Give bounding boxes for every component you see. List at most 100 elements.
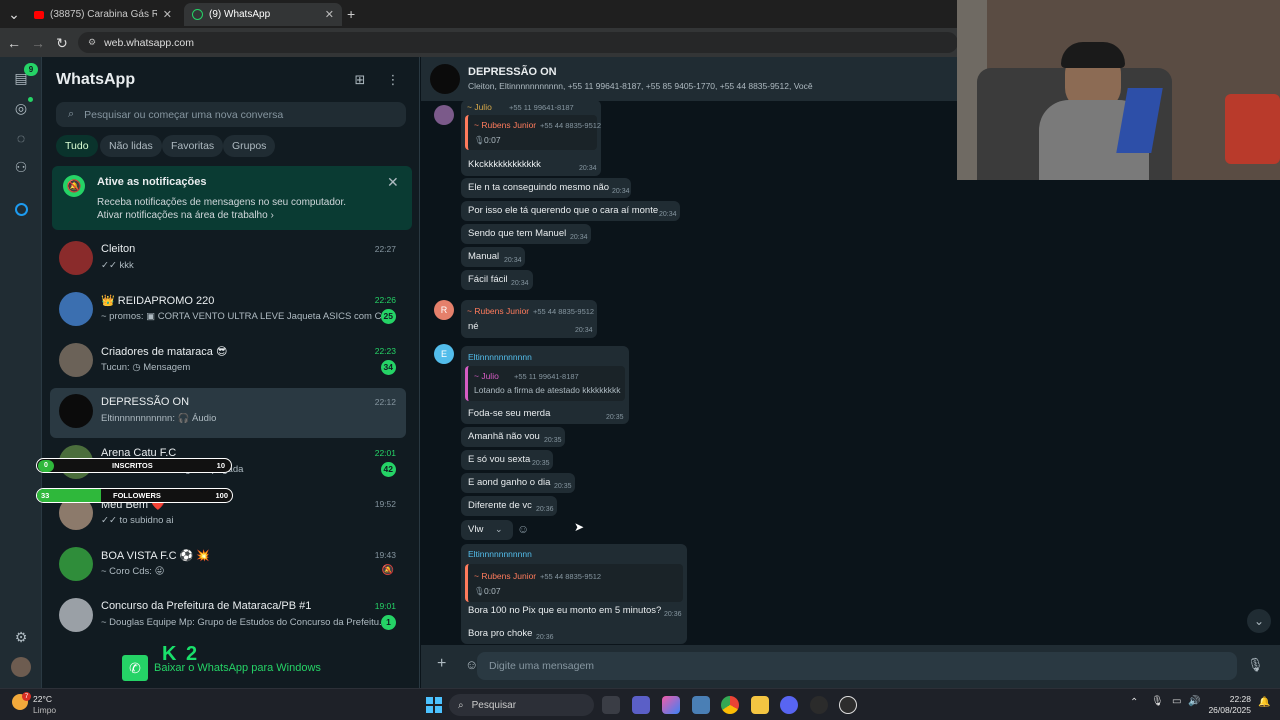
sender-avatar[interactable]: E [434,344,454,364]
quoted-message[interactable]: ~ Rubens Junior +55 44 8835-9512 🎙 0:07 [465,564,683,602]
attach-plus-icon[interactable]: + [437,655,446,673]
channels-icon[interactable]: ◌ [11,128,31,148]
message-bubble[interactable]: Manual 20:34 [461,247,525,267]
chat-item-selected[interactable]: DEPRESSÃO ON Eltinnnnnnnnnnn: 🎧 Áudio 22… [50,388,406,438]
message-bubble[interactable]: Sendo que tem Manuel 20:34 [461,224,591,244]
webcam-headset [1061,42,1125,68]
chrome-icon[interactable] [721,696,739,714]
avatar [59,547,93,581]
quoted-sender: ~ Rubens Junior [474,571,537,581]
message-bubble[interactable]: Eltinnnnnnnnnnn ~ Rubens Junior +55 44 8… [461,544,687,644]
message-input[interactable]: Digite uma mensagem [477,652,1237,680]
scroll-down-button[interactable]: ⌄ [1247,609,1271,633]
chat-time: 22:12 [374,397,396,407]
clock-date[interactable]: 26/08/2025 [1199,705,1251,715]
quoted-message[interactable]: ~ Rubens Junior +55 44 8835-9512 🎙 0:07 [465,115,601,150]
message-bubble[interactable]: Fácil fácil 20:34 [461,270,533,290]
new-tab-button[interactable]: + [347,6,355,22]
chat-preview: ~ promos: ▣ CORTA VENTO ULTRA LEVE Jaque… [101,311,381,322]
close-icon[interactable]: ✕ [163,8,172,21]
notification-bell-icon[interactable]: 🔔 [1258,697,1270,708]
chat-item[interactable]: Concurso da Prefeitura de Mataraca/PB #1… [50,592,406,642]
enable-notifications-link[interactable]: Ativar notificações na área de trabalho … [97,209,377,222]
message-bubble[interactable]: E só vou sexta 20:35 [461,450,553,470]
react-emoji-icon[interactable]: ☺ [517,522,529,536]
meta-ai-icon[interactable] [11,198,31,218]
message-time: 20:34 [575,327,593,334]
message-bubble[interactable]: E aond ganho o dia 20:35 [461,473,575,493]
app-icon[interactable] [839,696,857,714]
close-icon[interactable]: ✕ [325,8,334,21]
forward-icon[interactable]: → [28,33,48,53]
file-explorer-icon[interactable] [751,696,769,714]
chat-time: 19:01 [374,601,396,611]
message-time: 20:34 [659,211,677,218]
tab-whatsapp[interactable]: (9) WhatsApp ✕ [184,3,342,26]
reload-icon[interactable]: ↻ [52,33,72,53]
clock-time[interactable]: 22:28 [1209,694,1251,704]
message-time: 20:34 [579,165,597,172]
microphone-icon[interactable]: 🎙 [1247,657,1264,673]
chevron-up-icon[interactable]: ⌃ [1130,697,1138,708]
chevron-down-icon[interactable]: ⌄ [495,524,503,535]
download-banner[interactable]: ✆ Baixar o WhatsApp para Windows [42,645,419,688]
message-time: 20:34 [511,280,529,287]
message-sender: Eltinnnnnnnnnnn [468,549,532,559]
teams-icon[interactable] [632,696,650,714]
filter-all[interactable]: Tudo [56,135,98,157]
chat-item[interactable]: 👑 REIDAPROMO 220 ~ promos: ▣ CORTA VENTO… [50,286,406,336]
chat-item[interactable]: Criadores de mataraca 😎 Tucun: ◷ Mensage… [50,337,406,387]
taskbar-search[interactable]: ⌕ Pesquisar [449,694,594,716]
tab-search-icon[interactable]: ⌄ [4,4,24,24]
search-input[interactable]: ⌕ Pesquisar ou começar uma nova conversa [56,102,406,127]
group-avatar[interactable] [430,64,460,94]
site-info-icon[interactable]: ⚙ [88,37,96,48]
message-bubble[interactable]: Vlw ⌄ [461,520,513,540]
network-icon[interactable]: ▭ [1172,696,1181,707]
unread-badge: 42 [380,462,396,477]
followers-count: 33 [41,491,50,500]
chat-name: DEPRESSÃO ON [101,396,190,408]
quoted-message[interactable]: ~ Julio +55 11 99641-8187 Lotando a firm… [465,366,625,401]
filter-favorites[interactable]: Favoritas [162,135,224,157]
obs-icon[interactable] [810,696,828,714]
url-field[interactable]: ⚙ web.whatsapp.com [78,32,958,53]
copilot-icon[interactable] [662,696,680,714]
message-bubble[interactable]: Por isso ele tá querendo que o cara aí m… [461,201,680,221]
microphone-icon[interactable]: 🎙 [1151,696,1164,707]
chat-item[interactable]: BOA VISTA F.C ⚽ 💥 ~ Coro Cds: 😜 19:43 🔕 [50,541,406,591]
inscritos-label: INSCRITOS [112,461,153,470]
message-bubble[interactable]: Amanhã não vou 20:35 [461,427,565,447]
new-chat-icon[interactable]: ⊞ [351,71,369,89]
photos-icon[interactable] [692,696,710,714]
avatar [59,343,93,377]
message-bubble[interactable]: ~ Rubens Junior +55 44 8835-9512 né 20:3… [461,300,597,338]
sender-avatar[interactable] [434,105,454,125]
message-bubble[interactable]: ~ Julio +55 11 99641-8187 ~ Rubens Junio… [461,100,601,176]
chat-time: 22:23 [374,346,396,356]
back-icon[interactable]: ← [4,33,24,53]
communities-icon[interactable]: ⚇ [11,157,31,177]
message-bubble[interactable]: Diferente de vc 20:36 [461,496,557,516]
settings-icon[interactable]: ⚙ [11,627,31,647]
sender-avatar[interactable]: R [434,300,454,320]
search-icon: ⌕ [458,699,464,711]
quoted-number: +55 11 99641-8187 [514,372,579,381]
filter-unread[interactable]: Não lidas [100,135,162,157]
notification-title: Ative as notificações [97,176,207,188]
chats-badge: 9 [24,63,38,76]
close-icon[interactable]: ✕ [387,174,399,191]
message-time: 20:35 [532,460,550,467]
filter-groups[interactable]: Grupos [223,135,276,157]
profile-avatar[interactable] [11,657,31,677]
message-bubble[interactable]: Eltinnnnnnnnnnn ~ Julio +55 11 99641-818… [461,346,629,424]
discord-icon[interactable] [780,696,798,714]
chat-item[interactable]: Cleiton ✓✓ kkk 22:27 [50,235,406,285]
tab-youtube[interactable]: (38875) Carabina Gás Ram Mai... ✕ [26,3,180,26]
message-bubble[interactable]: Ele n ta conseguindo mesmo não 20:34 [461,178,631,198]
followers-progress-bar: 33 FOLLOWERS 100 [36,488,233,503]
windows-start-icon[interactable] [426,697,442,713]
tab-title: (9) WhatsApp [209,9,271,20]
menu-icon[interactable]: ⋮ [384,71,402,89]
task-view-icon[interactable] [602,696,620,714]
